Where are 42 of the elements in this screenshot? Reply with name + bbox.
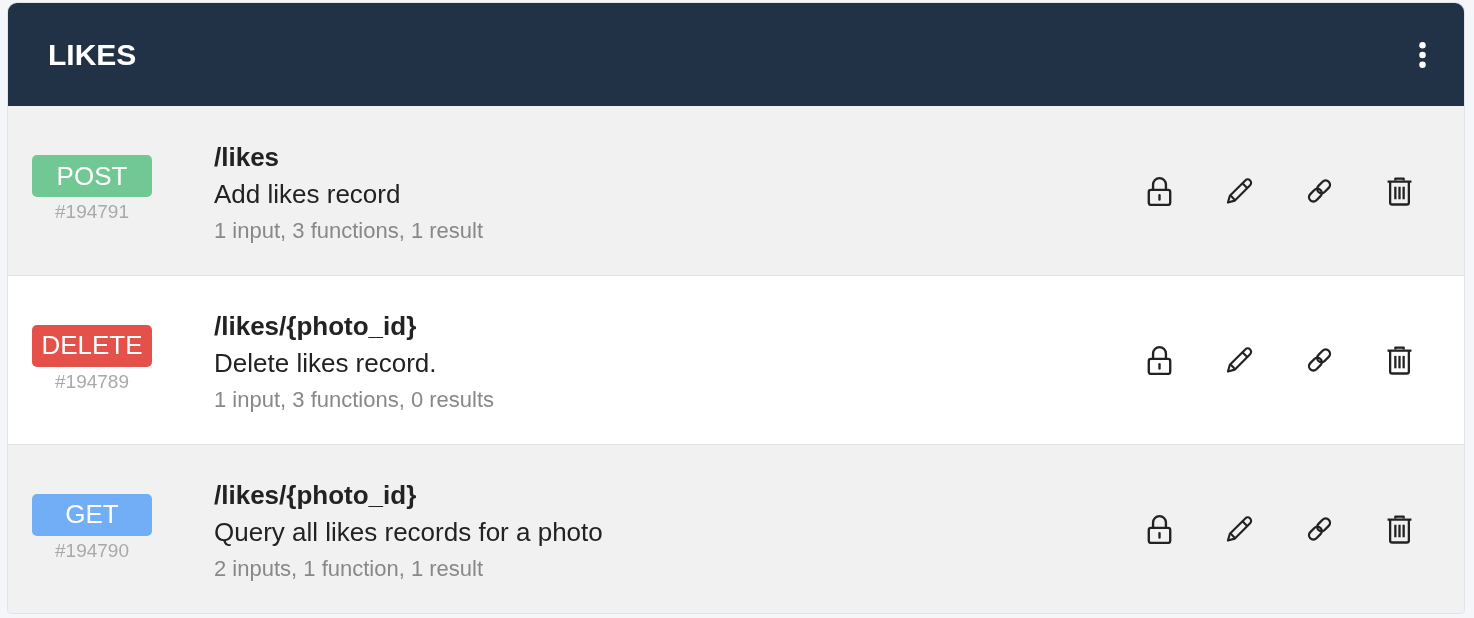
link-button[interactable] xyxy=(1306,514,1333,544)
edit-button[interactable] xyxy=(1226,175,1253,206)
trash-icon xyxy=(1386,514,1413,544)
trash-icon xyxy=(1386,345,1413,375)
link-button[interactable] xyxy=(1306,345,1333,375)
endpoint-summary: 1 input, 3 functions, 1 result xyxy=(214,216,484,245)
endpoint-path: /likes/{photo_id} xyxy=(214,310,417,343)
delete-button[interactable] xyxy=(1386,175,1413,206)
delete-button[interactable] xyxy=(1386,345,1413,375)
endpoint-id: #194791 xyxy=(55,200,129,224)
trash-icon xyxy=(1386,175,1413,206)
chain-link-icon xyxy=(1306,345,1333,375)
endpoint-path: /likes/{photo_id} xyxy=(214,479,417,512)
lock-button[interactable] xyxy=(1146,175,1173,206)
more-options-button[interactable] xyxy=(1419,41,1426,68)
endpoint-row[interactable]: GET #194790 /likes/{photo_id} Query all likes records for a photo 2 inputs, 1 function, 1 result xyxy=(8,444,1464,613)
panel-title: LIKES xyxy=(48,37,137,72)
chain-link-icon xyxy=(1306,514,1333,544)
method-badge: DELETE xyxy=(32,324,152,367)
edit-button[interactable] xyxy=(1226,345,1253,375)
method-badge: POST xyxy=(32,155,152,197)
lock-icon xyxy=(1146,345,1173,375)
delete-button[interactable] xyxy=(1386,514,1413,544)
endpoint-row[interactable]: DELETE #194789 /likes/{photo_id} Delete likes record. 1 input, 3 functions, 0 results xyxy=(8,275,1464,444)
endpoint-summary: 1 input, 3 functions, 0 results xyxy=(214,386,495,414)
endpoint-description: Query all likes records for a photo xyxy=(214,516,603,549)
pencil-icon xyxy=(1226,514,1253,544)
edit-button[interactable] xyxy=(1226,514,1253,544)
endpoint-summary: 2 inputs, 1 function, 1 result xyxy=(214,555,484,583)
lock-button[interactable] xyxy=(1146,345,1173,375)
lock-icon xyxy=(1146,175,1173,206)
lock-icon xyxy=(1146,514,1173,544)
endpoint-id: #194790 xyxy=(55,538,129,563)
endpoint-description: Add likes record xyxy=(214,177,401,211)
method-badge: GET xyxy=(32,493,152,536)
lock-button[interactable] xyxy=(1146,514,1173,544)
endpoint-id: #194789 xyxy=(55,369,129,394)
endpoint-path: /likes xyxy=(214,140,280,174)
more-options-icon xyxy=(1419,41,1426,68)
pencil-icon xyxy=(1226,175,1253,206)
pencil-icon xyxy=(1226,345,1253,375)
endpoint-description: Delete likes record. xyxy=(214,347,437,380)
